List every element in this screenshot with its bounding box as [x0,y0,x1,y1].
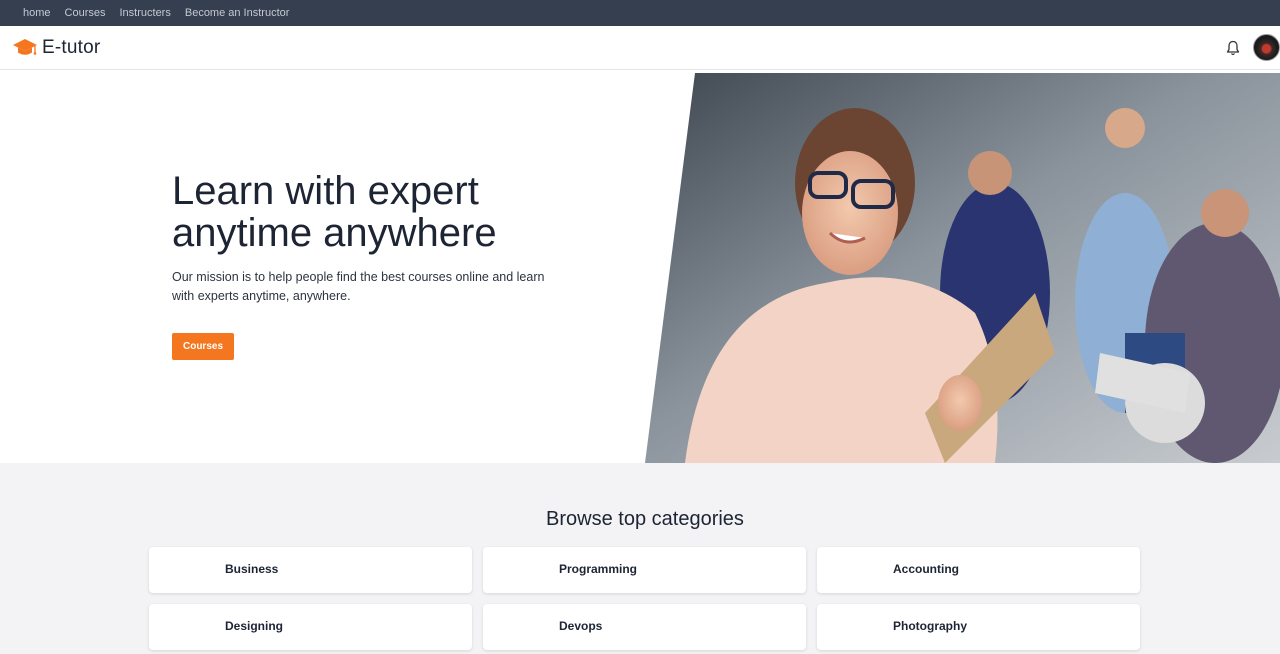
category-card-photography[interactable]: Photography [817,604,1140,650]
category-card-accounting[interactable]: Accounting [817,547,1140,593]
nav-link-become-instructor[interactable]: Become an Instructor [185,7,290,19]
hero-subtitle-line-2: with experts anytime, anywhere. [172,289,351,303]
site-header: E-tutor [0,26,1280,70]
category-label: Devops [559,619,603,633]
category-label: Programming [559,562,638,576]
category-card-devops[interactable]: Devops [483,604,806,650]
hero-title-line-2: anytime anywhere [172,211,497,255]
hero-subtitle-line-1: Our mission is to help people find the b… [172,270,545,284]
category-label: Designing [225,619,284,633]
hero-image [645,73,1280,463]
categories-heading: Browse top categories [546,508,744,530]
bell-icon[interactable] [1226,40,1240,56]
nav-link-instructors[interactable]: Instructers [120,7,171,19]
hero-title-line-1: Learn with expert [172,169,479,213]
brand-logo[interactable]: E-tutor [12,37,100,59]
graduation-cap-icon [13,39,37,55]
category-label: Photography [893,619,967,633]
nav-link-courses[interactable]: Courses [65,7,106,19]
top-nav: home Courses Instructers Become an Instr… [0,0,1280,26]
user-avatar[interactable] [1253,34,1280,61]
hero-section: Learn with expert anytime anywhere Our m… [0,70,1280,463]
category-label: Accounting [893,562,959,576]
hero-title: Learn with expert anytime anywhere [172,170,592,254]
hero-subtitle: Our mission is to help people find the b… [172,268,552,306]
category-label: Business [225,562,279,576]
category-card-business[interactable]: Business [149,547,472,593]
category-card-programming[interactable]: Programming [483,547,806,593]
nav-link-home[interactable]: home [23,7,51,19]
brand-name: E-tutor [42,37,101,58]
courses-button[interactable]: Courses [172,333,234,360]
category-card-designing[interactable]: Designing [149,604,472,650]
